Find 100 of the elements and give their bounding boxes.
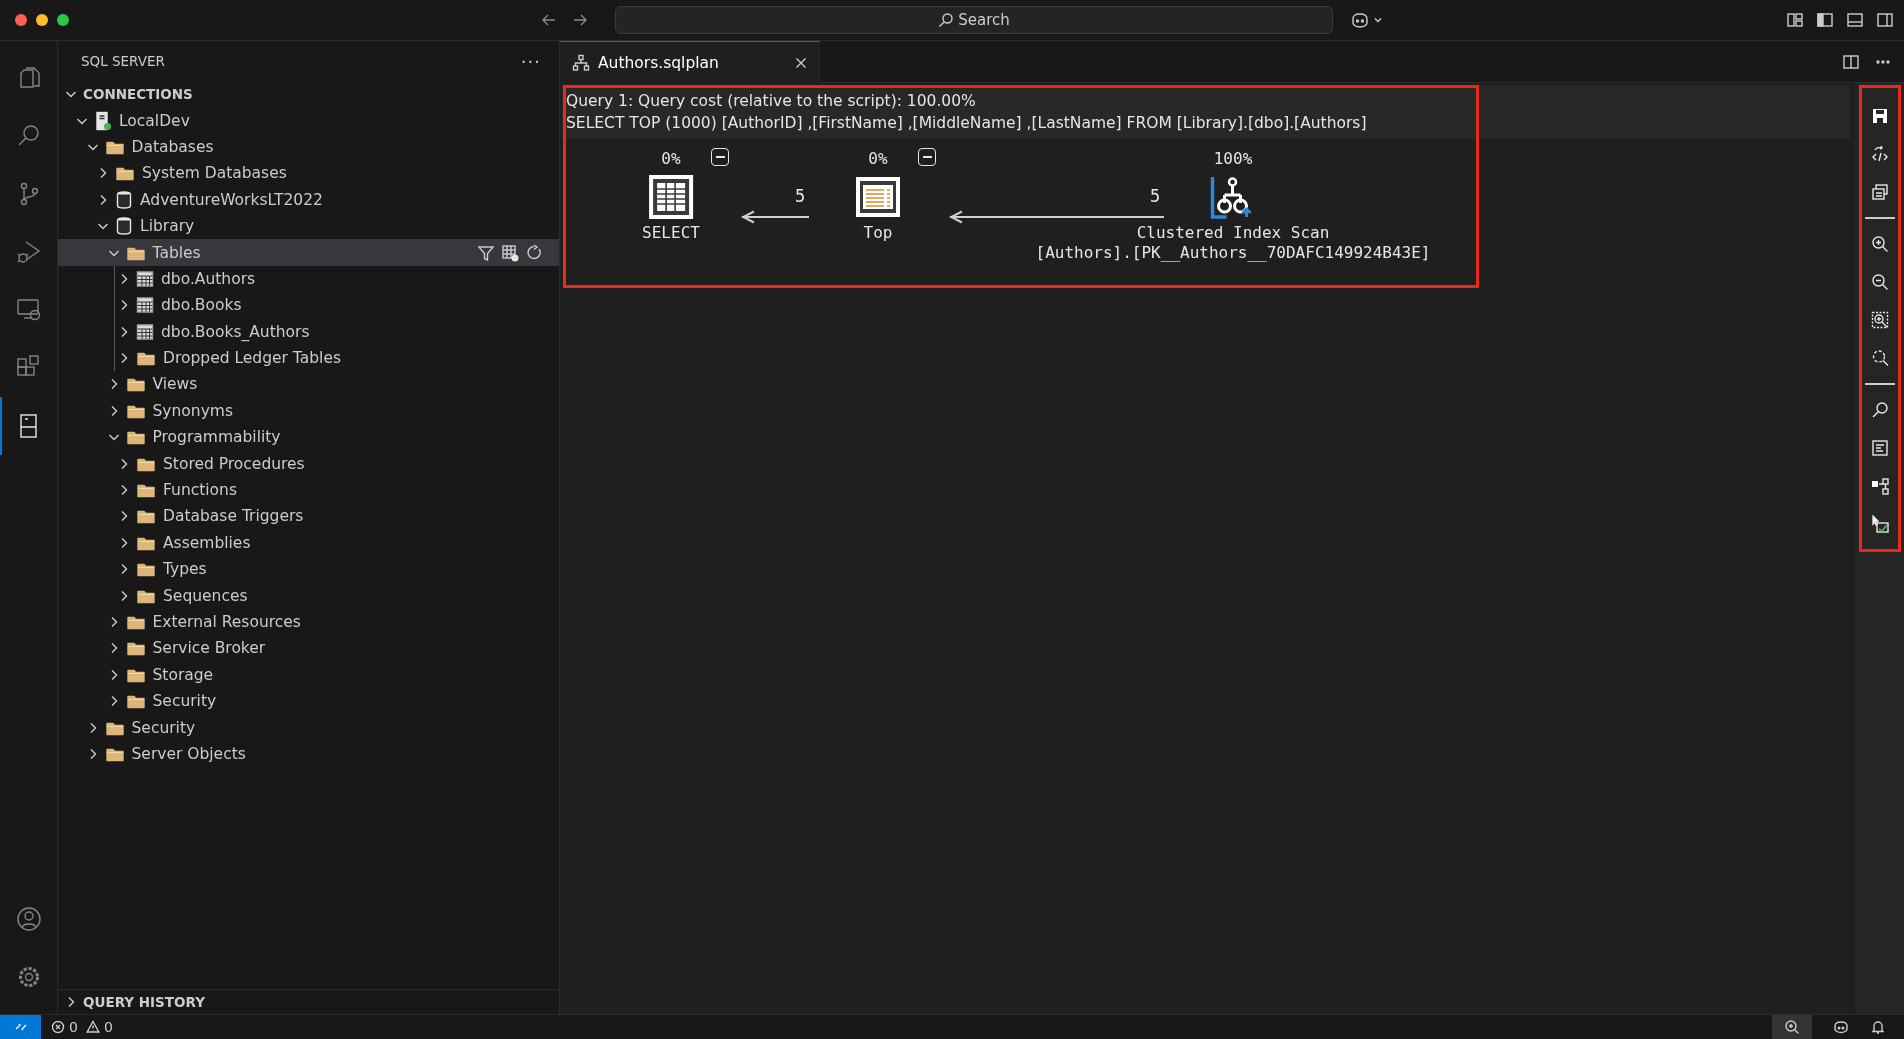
editor-tab[interactable]: Authors.sqlplan	[560, 41, 820, 83]
tree-item-label[interactable]: Tables	[152, 243, 201, 262]
tree-item[interactable]: Library	[58, 212, 559, 240]
tree-item-label[interactable]: dbo.Books	[161, 296, 242, 315]
tree-item-label[interactable]: Synonyms	[152, 401, 233, 420]
tree-item-label[interactable]: dbo.Books_Authors	[161, 322, 310, 341]
tree-item-label[interactable]: Security	[152, 692, 217, 711]
filter-icon[interactable]	[477, 243, 495, 262]
node-hierarchy-icon[interactable]	[1870, 477, 1889, 495]
tree-item[interactable]: Programmability	[58, 424, 559, 451]
section-title: CONNECTIONS	[83, 86, 193, 103]
tree-item-label[interactable]: Sequences	[163, 586, 248, 605]
problems-button[interactable]: 0 0	[41, 1019, 127, 1035]
database-icon	[115, 216, 133, 237]
tree-item[interactable]: dbo.Books_Authors	[58, 318, 559, 345]
minimize-window-button[interactable]	[36, 14, 48, 26]
tree-item-label[interactable]: dbo.Authors	[161, 269, 256, 288]
tree-item-label[interactable]: LocalDev	[119, 111, 190, 130]
remote-explorer-icon[interactable]	[15, 297, 42, 323]
new-table-icon[interactable]	[501, 243, 519, 262]
tree-item[interactable]: Stored Procedures	[58, 450, 559, 477]
tree-item[interactable]: Security	[58, 688, 559, 715]
tree-item[interactable]: dbo.Books	[58, 292, 559, 319]
sidebar-toggle-icon[interactable]	[1816, 11, 1834, 29]
connections-section-header[interactable]: CONNECTIONS	[58, 81, 559, 108]
zoom-custom-icon[interactable]	[1870, 311, 1889, 329]
row-count-label: 5	[795, 186, 806, 206]
collapse-button[interactable]	[918, 148, 936, 166]
tree-item-label[interactable]: Assemblies	[163, 533, 251, 552]
cursor-chart-icon[interactable]	[1870, 515, 1889, 533]
search-field[interactable]: Search	[615, 6, 1333, 34]
tree-item-label[interactable]: AdventureWorksLT2022	[140, 190, 323, 209]
operator-label: Clustered Index Scan	[1136, 223, 1330, 243]
zoom-out-icon[interactable]	[1870, 273, 1889, 291]
maximize-window-button[interactable]	[57, 14, 69, 26]
copilot-icon[interactable]	[1349, 11, 1371, 29]
tree-item[interactable]: Databases	[58, 133, 559, 161]
tree-item-label[interactable]: Server Objects	[131, 744, 246, 763]
tree-item-label[interactable]: Types	[163, 560, 207, 579]
open-query-icon[interactable]	[1870, 183, 1889, 201]
tree-item-label[interactable]: Library	[140, 217, 195, 236]
refresh-icon[interactable]	[525, 243, 543, 262]
tree-item-label[interactable]: Stored Procedures	[163, 454, 305, 473]
operator-label: SELECT	[642, 223, 700, 243]
tree-item[interactable]: Server Objects	[58, 740, 559, 768]
copilot-icon[interactable]	[1832, 1019, 1850, 1035]
panel-toggle-icon[interactable]	[1846, 11, 1864, 29]
layout-icon[interactable]	[1786, 11, 1804, 29]
zoom-icon[interactable]	[1784, 1019, 1800, 1035]
tree-item[interactable]: Tables	[58, 239, 559, 266]
query-text: Query 1: Query cost (relative to the script): 100.00%	[566, 91, 977, 112]
plan-diagram-icon	[572, 53, 590, 72]
tree-item-label[interactable]: System Databases	[142, 164, 287, 183]
tree-item-label[interactable]: External Resources	[152, 613, 301, 631]
caret-down-icon[interactable]	[1373, 15, 1383, 25]
tree-item[interactable]: LocalDev	[58, 107, 559, 134]
tab-label: Authors.sqlplan	[598, 53, 720, 72]
tree-item[interactable]: Database Triggers	[58, 503, 559, 530]
tree-item[interactable]: Security	[58, 714, 559, 741]
zoom-to-fit-icon[interactable]	[1870, 349, 1889, 367]
tree-item[interactable]: Types	[58, 556, 559, 583]
tree-item-label[interactable]: Security	[131, 718, 196, 737]
tree-item-label[interactable]: Functions	[163, 481, 237, 500]
account-icon[interactable]	[15, 906, 42, 932]
collapse-button[interactable]	[711, 148, 729, 166]
tree-item[interactable]: Functions	[58, 476, 559, 504]
tree-item-label[interactable]: Databases	[131, 137, 214, 156]
tree-item[interactable]: AdventureWorksLT2022	[58, 186, 559, 213]
close-window-button[interactable]	[15, 14, 27, 26]
save-icon[interactable]	[1870, 107, 1889, 125]
tree-item[interactable]: dbo.Authors	[58, 265, 559, 293]
table-icon	[136, 322, 154, 341]
tree-item-label[interactable]: Service Broker	[152, 639, 266, 658]
tree-item[interactable]: External Resources	[58, 608, 559, 636]
tree-item[interactable]: Dropped Ledger Tables	[58, 344, 559, 372]
bell-icon[interactable]	[1870, 1019, 1886, 1035]
result-grid-icon[interactable]	[647, 173, 695, 221]
tree-item[interactable]: Views	[58, 371, 559, 398]
table-icon	[136, 296, 154, 315]
tree-item[interactable]: Sequences	[58, 582, 559, 609]
zoom-in-icon[interactable]	[1870, 235, 1889, 253]
find-node-icon[interactable]	[1870, 401, 1889, 419]
tree-item-label[interactable]: Views	[152, 375, 198, 394]
tree-item-label[interactable]: Programmability	[152, 428, 281, 447]
tree-item[interactable]: Service Broker	[58, 635, 559, 662]
tree-item[interactable]: System Databases	[58, 160, 559, 187]
tree-item[interactable]: Storage	[58, 661, 559, 688]
tree-item-label[interactable]: Storage	[152, 665, 214, 684]
code-icon[interactable]	[1870, 145, 1889, 163]
more-actions-button[interactable]: ···	[520, 50, 541, 72]
split-editor-icon[interactable]	[1842, 52, 1860, 71]
tree-item[interactable]: Synonyms	[58, 397, 559, 425]
section-title: QUERY HISTORY	[83, 994, 205, 1010]
run-debug-icon[interactable]	[15, 239, 42, 265]
secondary-sidebar-icon[interactable]	[1876, 11, 1894, 29]
tree-item[interactable]: Assemblies	[58, 529, 559, 557]
arrow	[741, 210, 809, 224]
tree-item-label[interactable]: Dropped Ledger Tables	[163, 349, 341, 368]
tree-item-label[interactable]: Database Triggers	[163, 507, 304, 526]
properties-icon[interactable]	[1870, 439, 1889, 457]
